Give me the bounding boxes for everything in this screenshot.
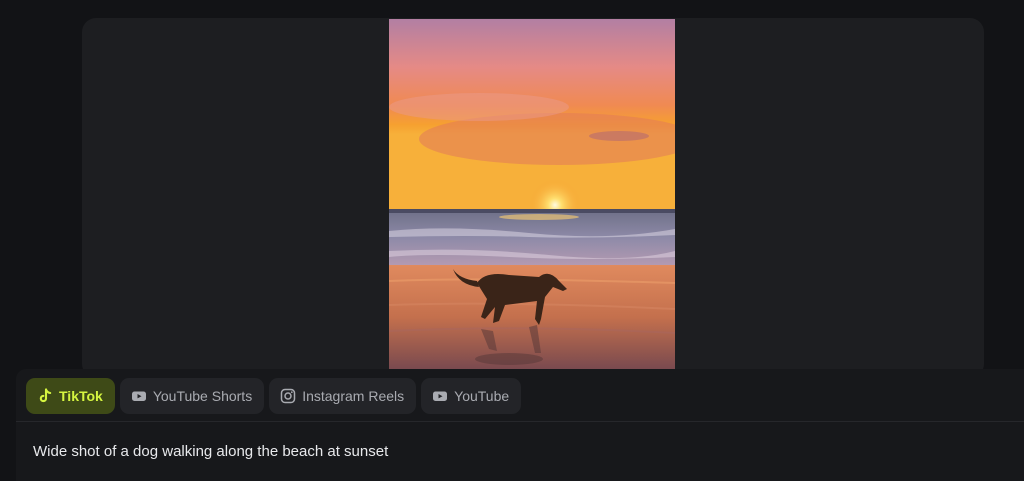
editor-panel: TikTok YouTube Shorts Instagram Reels Yo… (16, 369, 1024, 481)
video-preview-area (82, 18, 984, 378)
instagram-icon (280, 388, 296, 404)
video-frame-image (389, 19, 675, 369)
tab-youtube[interactable]: YouTube (421, 378, 522, 414)
video-player[interactable] (389, 19, 675, 369)
tab-instagram-reels[interactable]: Instagram Reels (269, 378, 417, 414)
tab-label: YouTube (454, 388, 510, 404)
tiktok-icon (37, 388, 53, 404)
tab-youtube-shorts[interactable]: YouTube Shorts (119, 378, 265, 414)
youtube-play-icon (131, 388, 147, 404)
platform-tabs: TikTok YouTube Shorts Instagram Reels Yo… (26, 378, 522, 414)
panel-divider (16, 421, 1024, 422)
youtube-play-icon (432, 388, 448, 404)
tab-label: Instagram Reels (302, 388, 405, 404)
tab-label: YouTube Shorts (152, 388, 253, 404)
tab-label: TikTok (59, 388, 103, 404)
video-caption[interactable]: Wide shot of a dog walking along the bea… (33, 443, 388, 460)
tab-tiktok[interactable]: TikTok (26, 378, 115, 414)
